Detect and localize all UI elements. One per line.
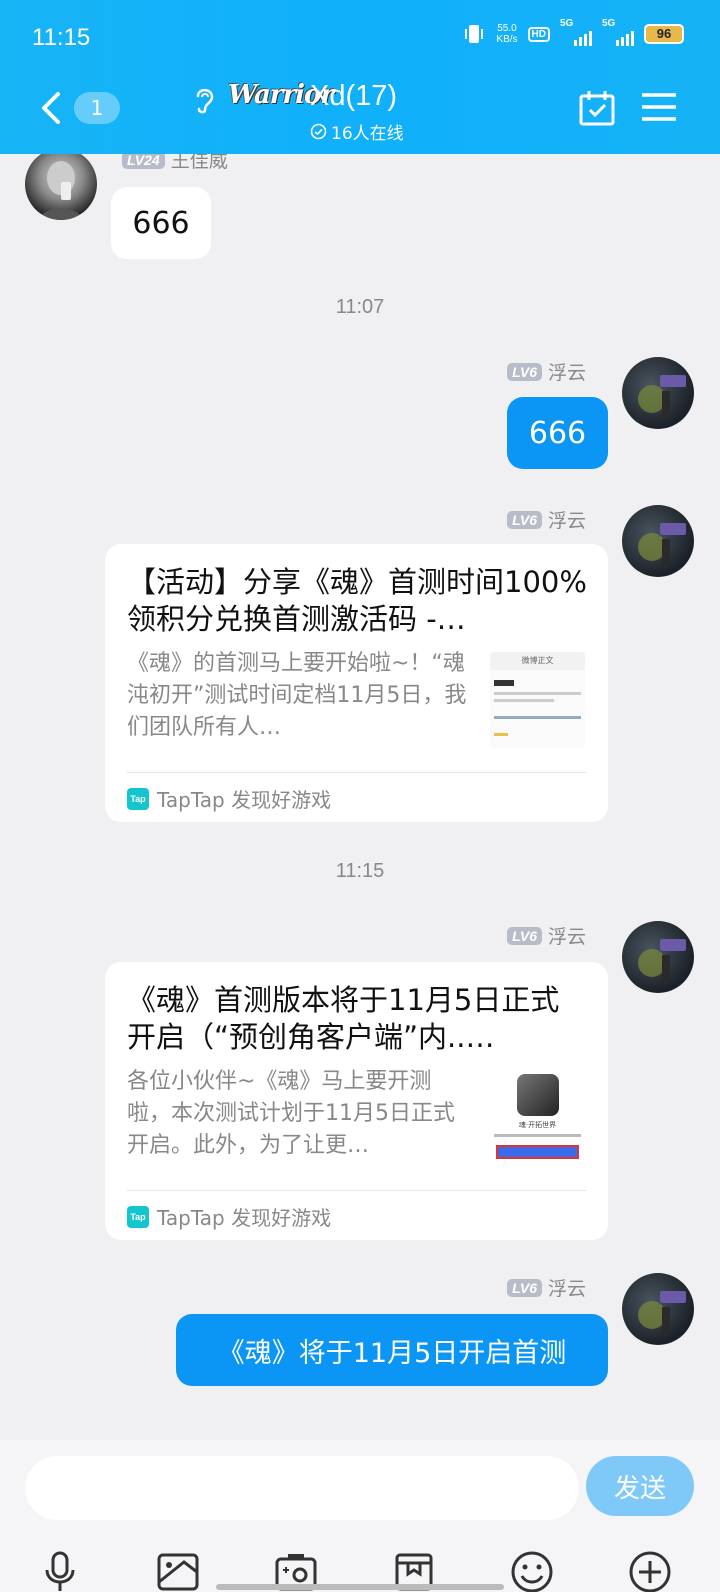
vibrate-icon <box>465 25 484 43</box>
mic-icon[interactable] <box>38 1550 82 1592</box>
message-bubble[interactable]: 666 <box>507 397 608 469</box>
card-title: 【活动】分享《魂》首测时间100%领积分兑换首测激活码 -… <box>127 565 587 636</box>
avatar-fuyun[interactable] <box>622 357 694 429</box>
level-badge: LV6 <box>507 926 542 945</box>
image-icon[interactable] <box>156 1550 200 1592</box>
level-badge: LV6 <box>507 510 542 529</box>
link-card[interactable]: 【活动】分享《魂》首测时间100%领积分兑换首测激活码 -… 《魂》的首测马上要… <box>105 544 608 822</box>
level-badge: LV6 <box>507 1278 542 1297</box>
avatar-fuyun[interactable] <box>622 921 694 993</box>
hd-badge: HD <box>527 26 550 42</box>
link-card[interactable]: 《魂》首测版本将于11月5日正式开启（“预创角客户端”内..… 各位小伙伴~《魂… <box>105 962 608 1240</box>
header-bar: 11:15 55.0 KB/s HD 5G 5G 96 1 Warrior Xd… <box>0 0 720 154</box>
avatar-fuyun[interactable] <box>622 1273 694 1345</box>
status-icons: 55.0 KB/s HD 5G 5G 96 <box>462 18 684 46</box>
sender-name: 王佳威 <box>170 154 228 172</box>
sender-name: 浮云 <box>547 926 586 948</box>
home-indicator[interactable] <box>216 1584 504 1590</box>
card-divider <box>127 1190 586 1191</box>
card-source: Tap TapTap 发现好游戏 <box>127 784 331 813</box>
timestamp: 11:15 <box>335 860 385 882</box>
online-status: 16人在线 <box>310 119 404 144</box>
card-source: Tap TapTap 发现好游戏 <box>127 1202 331 1231</box>
unread-count-badge[interactable]: 1 <box>74 92 120 124</box>
taptap-icon: Tap <box>127 1205 149 1228</box>
net-speed: 55.0 KB/s <box>496 23 518 45</box>
message-bubble[interactable]: 666 <box>111 187 211 259</box>
level-badge: LV6 <box>507 362 542 381</box>
group-name[interactable]: Xd(17) <box>310 80 397 113</box>
emoji-icon[interactable] <box>510 1550 554 1592</box>
card-description: 《魂》的首测马上要开始啦~！“魂沌初开”测试时间定档11月5日，我们团队所有人… <box>127 651 467 740</box>
check-circle-icon <box>310 123 327 140</box>
menu-icon[interactable] <box>640 92 678 122</box>
card-title: 《魂》首测版本将于11月5日正式开启（“预创角客户端”内..… <box>127 983 560 1054</box>
back-icon[interactable] <box>34 88 70 128</box>
sender-name: 浮云 <box>547 510 586 532</box>
message-bubble[interactable]: 《魂》将于11月5日开启首测 <box>176 1314 608 1386</box>
card-thumbnail: 微博正文 <box>490 652 585 748</box>
sender-info: LV24 王佳威 <box>122 154 228 173</box>
message-input[interactable] <box>25 1456 579 1520</box>
sender-info: LV6 浮云 <box>507 922 586 949</box>
sender-info: LV6 浮云 <box>507 358 586 385</box>
status-time: 11:15 <box>32 24 91 51</box>
level-badge: LV24 <box>122 154 165 169</box>
chat-messages[interactable]: LV24 王佳威 666 11:07 LV6 浮云 666 LV6 浮云 【活动… <box>0 154 720 1440</box>
composer: 发送 <box>0 1440 720 1592</box>
sender-name: 浮云 <box>547 362 586 384</box>
online-count: 16人在线 <box>331 124 404 144</box>
sender-info: LV6 浮云 <box>507 1274 586 1301</box>
sender-info: LV6 浮云 <box>507 506 586 533</box>
card-description: 各位小伙伴~《魂》马上要开测啦，本次测试计划于11月5日正式开启。此外，为了让更… <box>127 1069 455 1158</box>
taptap-icon: Tap <box>127 787 149 810</box>
card-thumbnail: 魂·开拓世界 <box>490 1070 585 1166</box>
card-divider <box>127 772 586 773</box>
calendar-check-icon[interactable] <box>578 88 616 128</box>
ear-icon[interactable] <box>190 84 218 114</box>
send-button[interactable]: 发送 <box>586 1456 694 1516</box>
timestamp: 11:07 <box>335 296 385 318</box>
battery-indicator: 96 <box>644 24 684 44</box>
avatar-fuyun[interactable] <box>622 505 694 577</box>
signal-2: 5G <box>602 18 634 46</box>
avatar-wangjiawei[interactable] <box>25 154 97 220</box>
signal-1: 5G <box>560 18 592 46</box>
plus-icon[interactable] <box>628 1550 672 1592</box>
sender-name: 浮云 <box>547 1278 586 1300</box>
